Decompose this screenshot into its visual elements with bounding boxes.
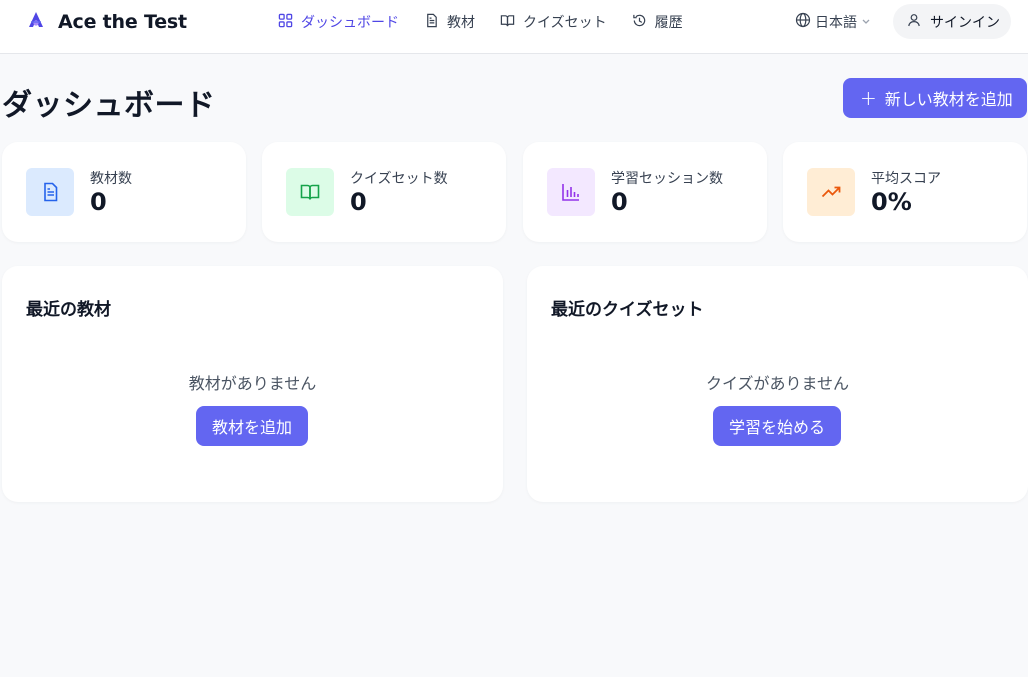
stat-value: 0% [871, 188, 912, 216]
open-book-icon [286, 168, 334, 216]
plus-icon: + [860, 86, 877, 110]
stat-label: クイズセット数 [350, 171, 448, 187]
nav-label: 履歴 [654, 15, 683, 31]
app-name: Ace the Test [58, 11, 187, 33]
chevron-down-icon [857, 14, 871, 30]
document-icon [424, 13, 447, 32]
open-book-icon [500, 13, 523, 32]
nav-item-materials[interactable]: 教材 [424, 12, 475, 32]
stat-value: 0 [90, 188, 107, 216]
empty-state-text: 教材がありません [188, 374, 317, 393]
trending-up-icon [807, 168, 855, 216]
nav-label: クイズセット [523, 15, 607, 31]
bar-chart-icon [547, 168, 595, 216]
nav-item-dashboard[interactable]: ダッシュボード [278, 12, 399, 32]
dashboard-grid-icon [278, 13, 301, 32]
add-material-label: 新しい教材を追加 [884, 90, 1013, 109]
language-selector[interactable]: 日本語 [795, 12, 871, 32]
stat-value: 0 [611, 188, 628, 216]
stat-card-materials: 教材数 0 [2, 142, 246, 242]
empty-state-text: クイズがありません [705, 374, 850, 393]
stat-card-quizsets: クイズセット数 0 [262, 142, 506, 242]
panel-title: 最近のクイズセット [551, 300, 704, 320]
signin-label: サインイン [930, 14, 1000, 31]
stat-label: 平均スコア [871, 171, 941, 187]
panel-title: 最近の教材 [26, 300, 111, 320]
recent-quizsets-panel: 最近のクイズセット クイズがありません 学習を始める [527, 266, 1028, 502]
recent-materials-panel: 最近の教材 教材がありません 教材を追加 [2, 266, 503, 502]
user-icon [907, 13, 930, 31]
globe-icon [795, 12, 815, 32]
nav-label: 教材 [447, 15, 475, 31]
stat-card-sessions: 学習セッション数 0 [523, 142, 767, 242]
nav-label: ダッシュボード [301, 15, 399, 31]
add-material-panel-button[interactable]: 教材を追加 [196, 406, 308, 446]
stat-value: 0 [350, 188, 367, 216]
stat-label: 学習セッション数 [611, 171, 723, 187]
page-title: ダッシュボード [2, 88, 216, 123]
document-icon [26, 168, 74, 216]
top-header: Ace the Test ダッシュボード 教材 クイズセット 履歴 日本語 サイ… [0, 0, 1028, 54]
language-label: 日本語 [815, 15, 857, 31]
start-learning-button[interactable]: 学習を始める [713, 406, 841, 446]
add-material-button[interactable]: + 新しい教材を追加 [843, 78, 1027, 118]
stat-card-average-score: 平均スコア 0% [783, 142, 1027, 242]
nav-item-history[interactable]: 履歴 [632, 12, 683, 32]
logo-icon [26, 10, 46, 34]
signin-button[interactable]: サインイン [893, 4, 1011, 39]
app-logo[interactable]: Ace the Test [26, 10, 187, 34]
main-nav: ダッシュボード 教材 クイズセット 履歴 [278, 12, 708, 32]
history-icon [632, 13, 655, 32]
stat-label: 教材数 [90, 171, 132, 187]
nav-item-quizsets[interactable]: クイズセット [500, 12, 607, 32]
